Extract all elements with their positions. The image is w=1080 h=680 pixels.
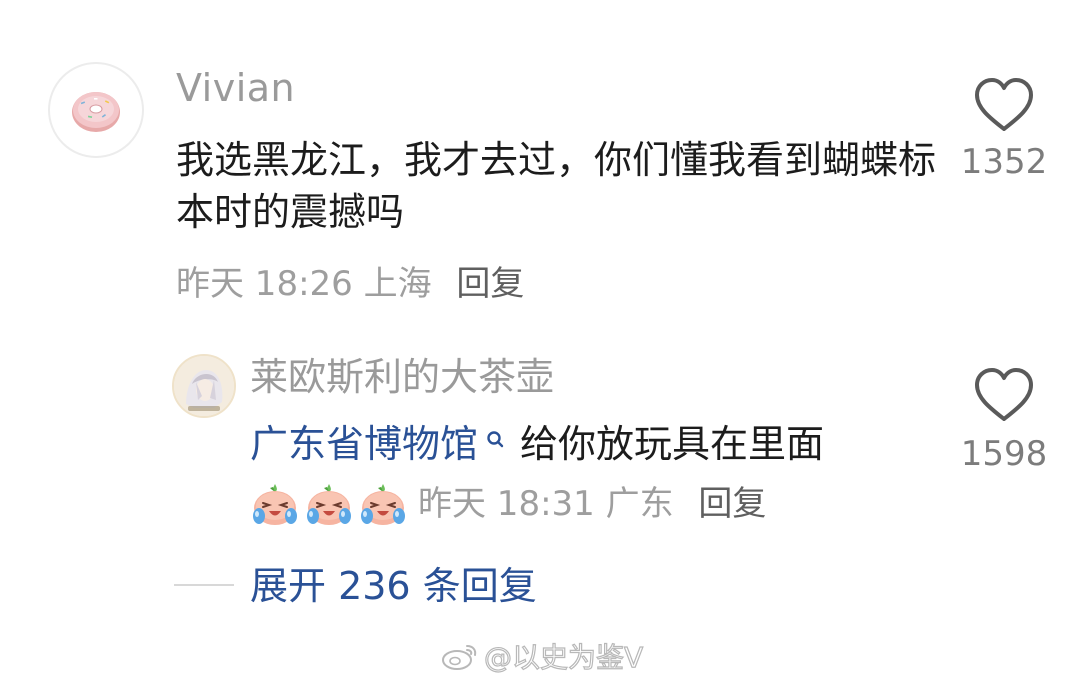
comment-meta: 昨天 18:26 上海 回复 [176,260,524,308]
crying-emoji-icon [307,484,351,525]
emoji-row [250,478,412,530]
comment-text: 我选黑龙江，我才去过，你们懂我看到蝴蝶标本时的震撼吗 [176,138,937,234]
heart-icon[interactable] [972,366,1036,424]
search-icon[interactable] [484,429,506,459]
reply-username[interactable]: 莱欧斯利的大茶壶 [250,352,554,402]
weibo-logo-icon [442,645,477,670]
reply-like-count: 1598 [960,434,1048,474]
avatar[interactable] [48,62,144,158]
comment-location: 上海 [363,264,432,304]
reply-message: 给你放玩具在里面 [520,422,825,466]
heart-icon[interactable] [972,76,1036,134]
like-count: 1352 [960,142,1048,182]
reply-location: 广东 [605,484,674,524]
reply-button[interactable]: 回复 [456,264,524,304]
watermark: @以史为鉴V [440,636,644,676]
search-link[interactable]: 广东省博物馆 [250,418,478,470]
comment-time: 昨天 18:26 [176,264,353,304]
reply-button[interactable]: 回复 [698,484,766,524]
crying-emoji-icon [253,484,297,525]
crying-emoji-icon [361,484,405,525]
reply-text: 广东省博物馆 给你放玩具在里面 [250,418,824,470]
reply-time: 昨天 18:31 [418,484,595,524]
watermark-text: @以史为鉴V [483,640,644,674]
donut-icon [72,92,120,132]
character-avatar-icon [174,356,234,416]
reply-avatar[interactable] [172,354,236,418]
expand-divider [174,584,234,586]
username[interactable]: Vivian [176,64,295,112]
reply-meta: 昨天 18:31 广东 回复 [418,478,766,530]
expand-replies-button[interactable]: 展开 236 条回复 [250,560,537,612]
